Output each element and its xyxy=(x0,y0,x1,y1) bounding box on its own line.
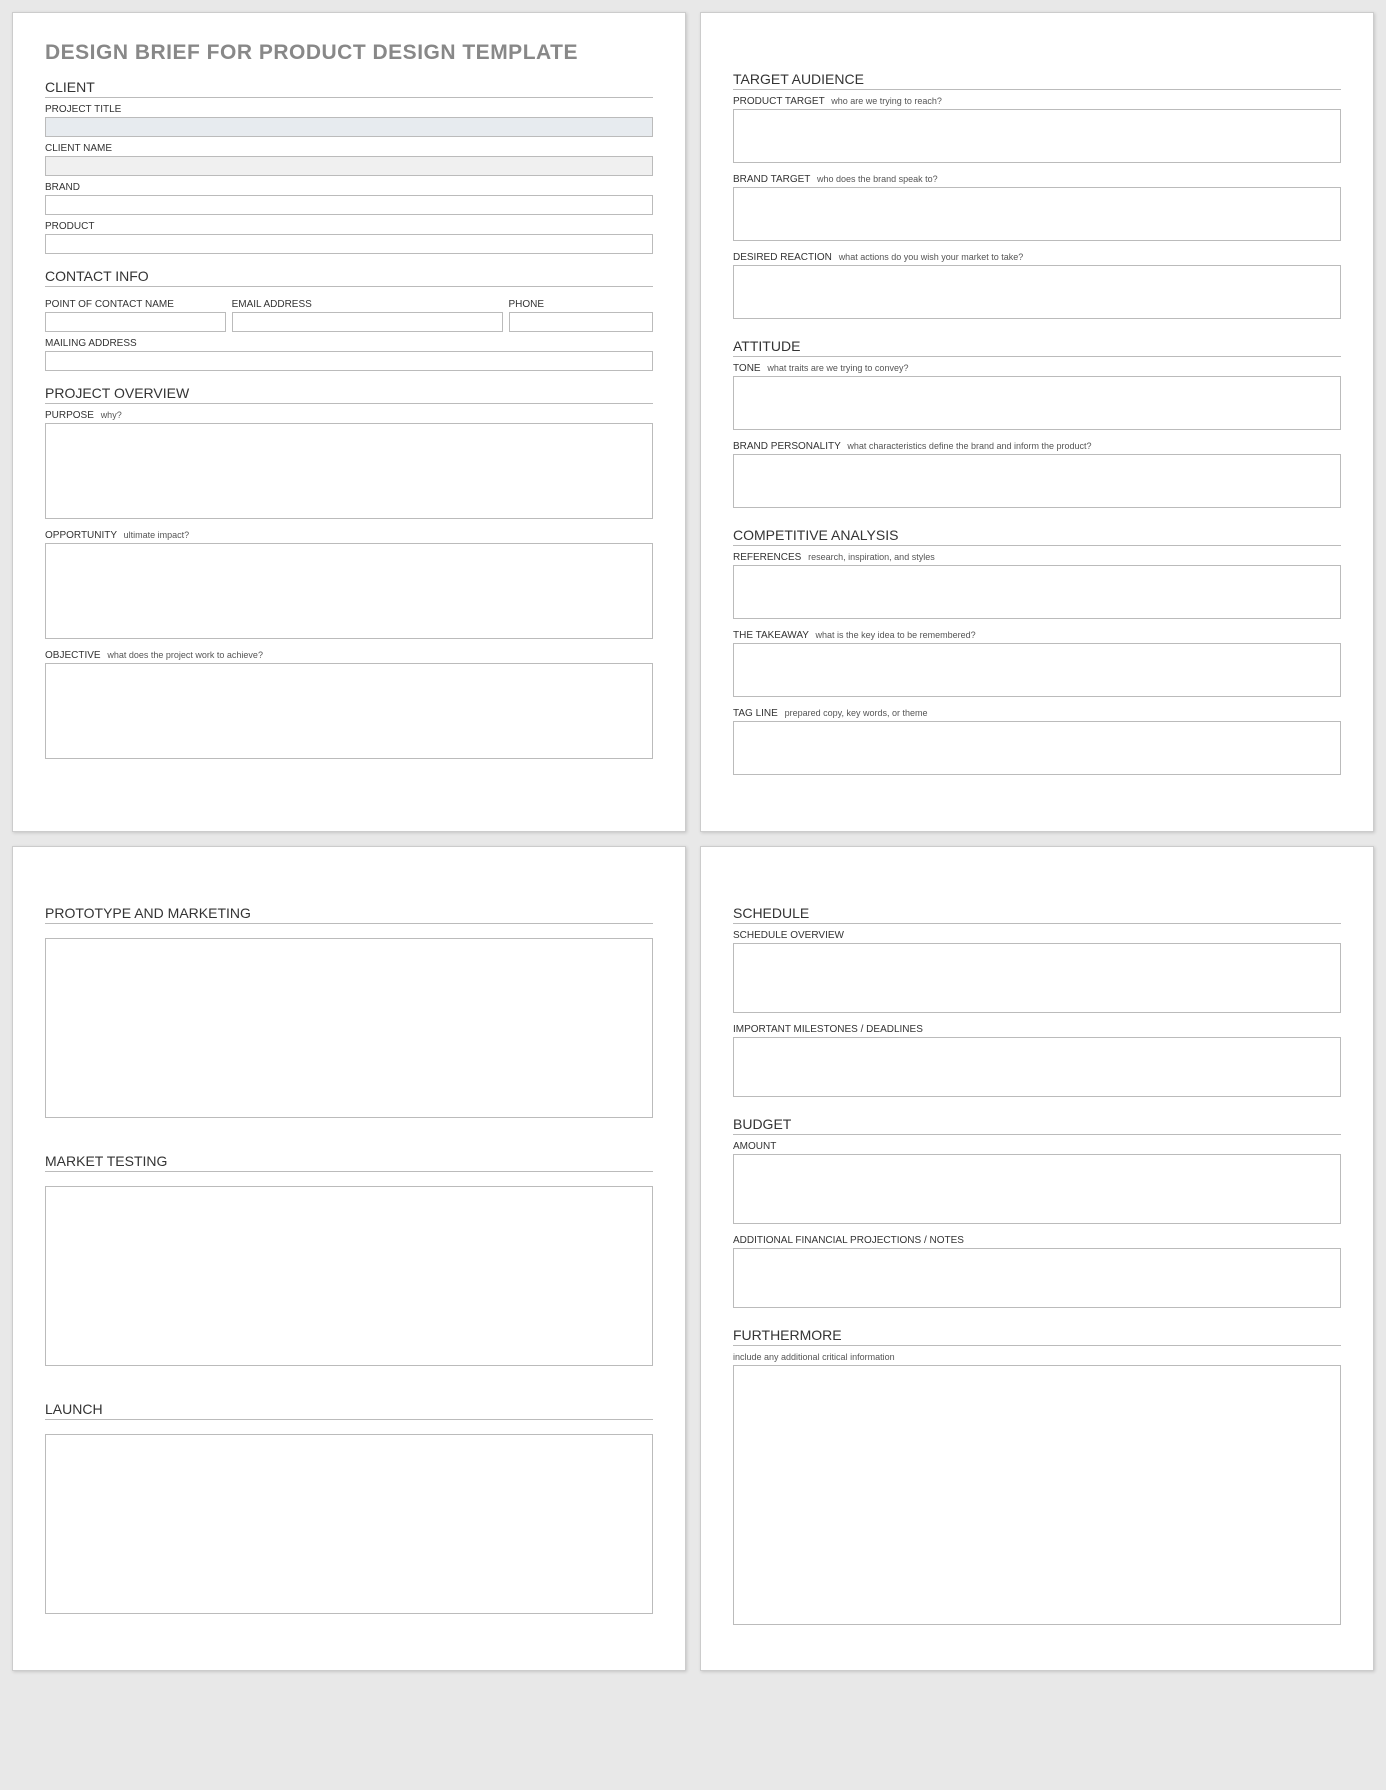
input-opportunity[interactable] xyxy=(45,543,653,639)
label-client-name: CLIENT NAME xyxy=(45,143,653,154)
section-contact: CONTACT INFO xyxy=(45,268,653,287)
input-brand-target[interactable] xyxy=(733,187,1341,241)
input-client-name[interactable] xyxy=(45,156,653,176)
label-mailing: MAILING ADDRESS xyxy=(45,338,653,349)
label-reaction: DESIRED REACTION what actions do you wis… xyxy=(733,252,1341,263)
label-tagline-text: TAG LINE xyxy=(733,708,778,719)
input-market-testing[interactable] xyxy=(45,1186,653,1366)
label-takeaway: THE TAKEAWAY what is the key idea to be … xyxy=(733,630,1341,641)
label-purpose: PURPOSE why? xyxy=(45,410,653,421)
input-tagline[interactable] xyxy=(733,721,1341,775)
input-launch[interactable] xyxy=(45,1434,653,1614)
label-amount: AMOUNT xyxy=(733,1141,1341,1152)
page-1: DESIGN BRIEF FOR PRODUCT DESIGN TEMPLATE… xyxy=(12,12,686,832)
section-prototype: PROTOTYPE AND MARKETING xyxy=(45,905,653,924)
label-budget-notes: ADDITIONAL FINANCIAL PROJECTIONS / NOTES xyxy=(733,1235,1341,1246)
input-product[interactable] xyxy=(45,234,653,254)
section-budget: BUDGET xyxy=(733,1116,1341,1135)
input-email[interactable] xyxy=(232,312,503,332)
label-objective-text: OBJECTIVE xyxy=(45,650,101,661)
label-project-title: PROJECT TITLE xyxy=(45,104,653,115)
input-product-target[interactable] xyxy=(733,109,1341,163)
hint-reaction: what actions do you wish your market to … xyxy=(839,252,1024,262)
section-market-testing: MARKET TESTING xyxy=(45,1153,653,1172)
label-purpose-text: PURPOSE xyxy=(45,410,94,421)
hint-furthermore-text: include any additional critical informat… xyxy=(733,1352,895,1362)
input-brand[interactable] xyxy=(45,195,653,215)
label-takeaway-text: THE TAKEAWAY xyxy=(733,630,809,641)
hint-references: research, inspiration, and styles xyxy=(808,552,935,562)
section-overview: PROJECT OVERVIEW xyxy=(45,385,653,404)
input-references[interactable] xyxy=(733,565,1341,619)
input-budget-notes[interactable] xyxy=(733,1248,1341,1308)
hint-opportunity: ultimate impact? xyxy=(124,530,190,540)
input-mailing[interactable] xyxy=(45,351,653,371)
input-project-title[interactable] xyxy=(45,117,653,137)
label-tagline: TAG LINE prepared copy, key words, or th… xyxy=(733,708,1341,719)
document-title: DESIGN BRIEF FOR PRODUCT DESIGN TEMPLATE xyxy=(45,41,653,65)
input-purpose[interactable] xyxy=(45,423,653,519)
label-brand: BRAND xyxy=(45,182,653,193)
input-phone[interactable] xyxy=(509,312,653,332)
label-references-text: REFERENCES xyxy=(733,552,801,563)
label-objective: OBJECTIVE what does the project work to … xyxy=(45,650,653,661)
page-2: TARGET AUDIENCE PRODUCT TARGET who are w… xyxy=(700,12,1374,832)
label-tone-text: TONE xyxy=(733,363,761,374)
label-tone: TONE what traits are we trying to convey… xyxy=(733,363,1341,374)
label-brand-target: BRAND TARGET who does the brand speak to… xyxy=(733,174,1341,185)
input-objective[interactable] xyxy=(45,663,653,759)
section-schedule: SCHEDULE xyxy=(733,905,1341,924)
page-4: SCHEDULE SCHEDULE OVERVIEW IMPORTANT MIL… xyxy=(700,846,1374,1671)
input-reaction[interactable] xyxy=(733,265,1341,319)
input-takeaway[interactable] xyxy=(733,643,1341,697)
hint-tone: what traits are we trying to convey? xyxy=(767,363,908,373)
label-references: REFERENCES research, inspiration, and st… xyxy=(733,552,1341,563)
label-product: PRODUCT xyxy=(45,221,653,232)
label-phone: PHONE xyxy=(509,299,653,310)
label-product-target: PRODUCT TARGET who are we trying to reac… xyxy=(733,96,1341,107)
label-personality-text: BRAND PERSONALITY xyxy=(733,441,841,452)
section-target: TARGET AUDIENCE xyxy=(733,71,1341,90)
section-furthermore: FURTHERMORE xyxy=(733,1327,1341,1346)
input-amount[interactable] xyxy=(733,1154,1341,1224)
hint-purpose: why? xyxy=(101,410,122,420)
input-milestones[interactable] xyxy=(733,1037,1341,1097)
section-attitude: ATTITUDE xyxy=(733,338,1341,357)
input-schedule-overview[interactable] xyxy=(733,943,1341,1013)
hint-takeaway: what is the key idea to be remembered? xyxy=(816,630,976,640)
input-personality[interactable] xyxy=(733,454,1341,508)
label-product-target-text: PRODUCT TARGET xyxy=(733,96,825,107)
hint-brand-target: who does the brand speak to? xyxy=(817,174,938,184)
label-schedule-overview: SCHEDULE OVERVIEW xyxy=(733,930,1341,941)
hint-personality: what characteristics define the brand an… xyxy=(847,441,1091,451)
label-personality: BRAND PERSONALITY what characteristics d… xyxy=(733,441,1341,452)
label-milestones: IMPORTANT MILESTONES / DEADLINES xyxy=(733,1024,1341,1035)
hint-product-target: who are we trying to reach? xyxy=(831,96,942,106)
label-opportunity: OPPORTUNITY ultimate impact? xyxy=(45,530,653,541)
hint-furthermore: include any additional critical informat… xyxy=(733,1352,1341,1363)
input-furthermore[interactable] xyxy=(733,1365,1341,1625)
page-3: PROTOTYPE AND MARKETING MARKET TESTING L… xyxy=(12,846,686,1671)
hint-objective: what does the project work to achieve? xyxy=(107,650,263,660)
section-launch: LAUNCH xyxy=(45,1401,653,1420)
label-poc: POINT OF CONTACT NAME xyxy=(45,299,226,310)
label-reaction-text: DESIRED REACTION xyxy=(733,252,832,263)
input-prototype[interactable] xyxy=(45,938,653,1118)
label-opportunity-text: OPPORTUNITY xyxy=(45,530,117,541)
input-tone[interactable] xyxy=(733,376,1341,430)
section-competitive: COMPETITIVE ANALYSIS xyxy=(733,527,1341,546)
label-brand-target-text: BRAND TARGET xyxy=(733,174,810,185)
section-client: CLIENT xyxy=(45,79,653,98)
input-poc[interactable] xyxy=(45,312,226,332)
hint-tagline: prepared copy, key words, or theme xyxy=(785,708,928,718)
label-email: EMAIL ADDRESS xyxy=(232,299,503,310)
